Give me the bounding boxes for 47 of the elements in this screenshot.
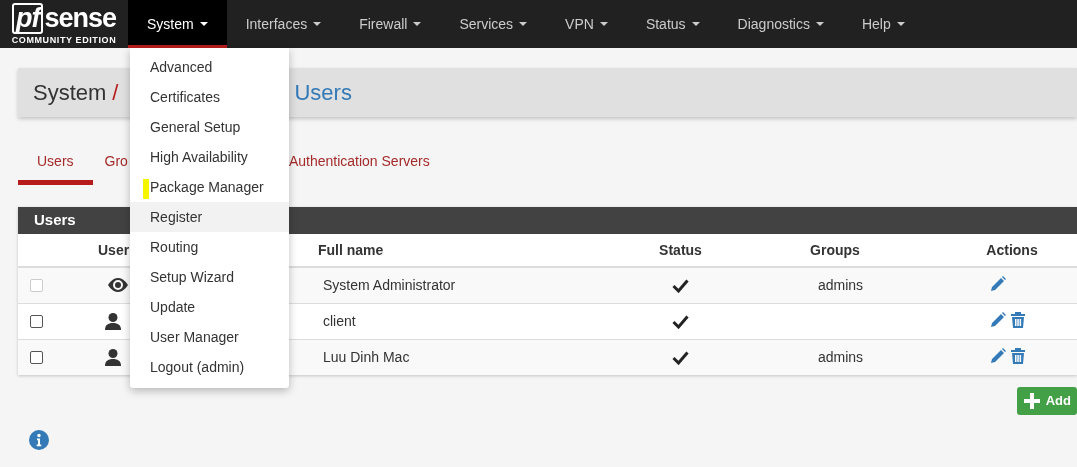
column-header: Actions [986,241,1038,258]
full-name: System Administrator [323,276,456,293]
logo-mark: pf [11,3,44,34]
full-name: client [323,312,356,329]
menu-item[interactable]: Register [130,202,289,232]
nav-menu[interactable]: Diagnostics [718,0,843,48]
menu-item[interactable]: Certificates [130,82,289,112]
group-name: admins [817,348,864,365]
menu-item[interactable]: Logout (admin) [130,352,289,382]
full-name: Luu Dinh Mac [323,348,410,365]
edition-label: COMMUNITY EDITION [11,36,117,45]
delete-icon[interactable] [1010,348,1026,366]
menu-item[interactable]: Setup Wizard [130,262,289,292]
menu-item[interactable]: Update [130,292,289,322]
tab[interactable]: Gro [92,147,128,185]
menu-item[interactable]: User Manager [130,322,289,352]
column-header: Status [659,241,702,258]
column-header: User [98,241,130,258]
eye-icon [107,278,129,293]
menu-item[interactable]: High Availability [130,142,289,172]
nav-menu[interactable]: Services [440,0,547,48]
logo-text: sense [44,5,116,32]
nav-menu[interactable]: System [128,0,227,48]
column-header: Groups [810,241,860,258]
menu-item[interactable]: Package Manager [130,172,289,202]
nav-menu[interactable]: Firewall [340,0,441,48]
delete-icon[interactable] [1010,312,1026,329]
menu-item[interactable]: General Setup [130,112,289,142]
info-icon[interactable] [29,430,49,450]
breadcrumb-separator: / [112,79,119,107]
breadcrumb-link[interactable]: Users [294,76,352,109]
edit-icon[interactable] [988,312,1006,330]
menu-item[interactable]: Routing [130,232,289,262]
nav-menu[interactable]: VPN [546,0,627,48]
user-icon [105,348,121,366]
row-checkbox[interactable] [30,314,43,328]
menu-item[interactable]: Advanced [130,52,289,82]
group-name: admins [817,276,864,293]
nav-menu[interactable]: Status [626,0,719,48]
user-icon [105,312,121,330]
nav-menu[interactable]: Interfaces [226,0,341,48]
row-checkbox[interactable] [30,350,43,364]
plus-icon [1023,393,1040,409]
column-header: Full name [318,241,384,258]
nav-menu[interactable]: Help [842,0,924,48]
tab[interactable]: Users [18,147,93,185]
breadcrumb-section: System [33,76,107,109]
